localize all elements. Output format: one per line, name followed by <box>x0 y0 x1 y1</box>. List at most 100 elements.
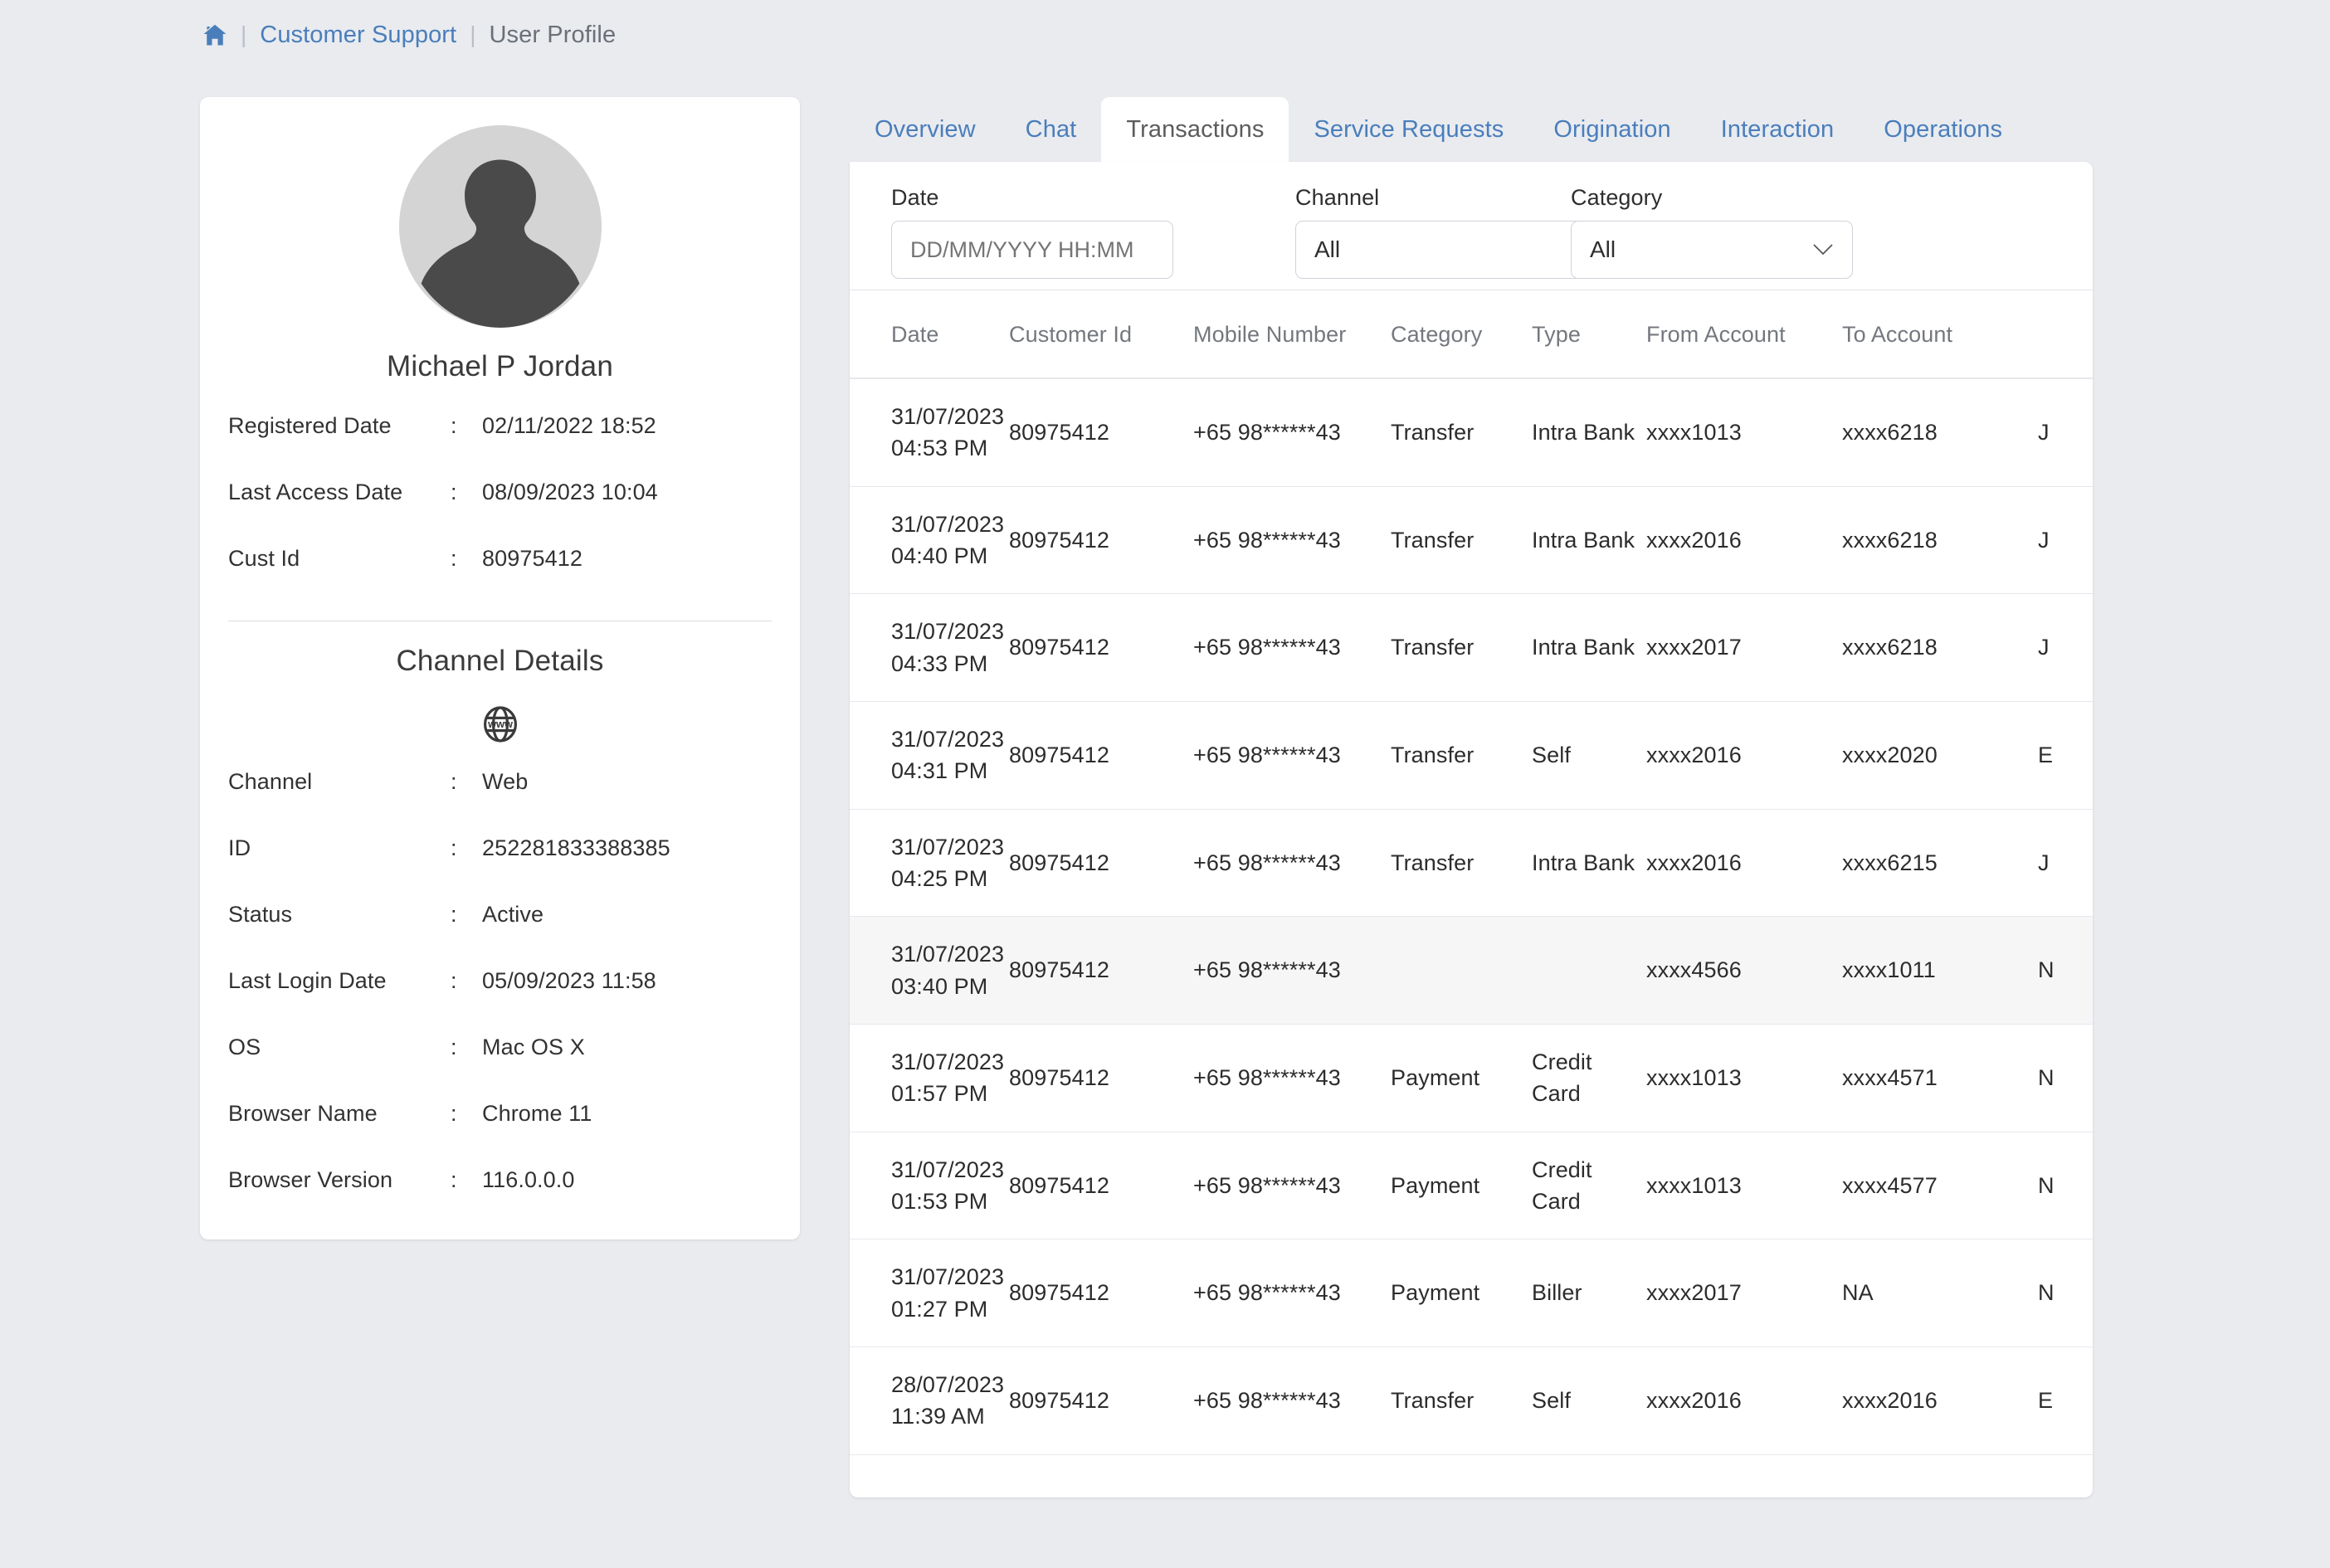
tab-overview[interactable]: Overview <box>850 97 1001 162</box>
list-item: Status : Active <box>228 902 772 968</box>
cell-date: 31/07/2023 04:40 PM <box>850 486 1009 595</box>
table-row[interactable]: 31/07/2023 01:53 PM 80975412 +65 98*****… <box>850 1132 2093 1240</box>
channel-details-list: Channel : Web ID : 252281833388385 Statu… <box>200 769 800 1234</box>
cell-mobile: +65 98******43 <box>1193 593 1391 702</box>
channel-key: ID <box>228 835 251 860</box>
breadcrumb-separator-2: | <box>470 22 476 47</box>
table-header: Date Customer Id Mobile Number Category … <box>850 290 2093 379</box>
tab-label: Transactions <box>1126 115 1265 143</box>
tab-label: Interaction <box>1720 115 1835 143</box>
table-row[interactable]: 31/07/2023 04:33 PM 80975412 +65 98*****… <box>850 593 2093 702</box>
cell-extra: J <box>2038 378 2093 487</box>
cell-from-account: xxxx1013 <box>1646 378 1842 487</box>
channel-value: Web <box>482 769 529 794</box>
channel-value: 252281833388385 <box>482 835 670 860</box>
table-row[interactable]: 31/07/2023 04:25 PM 80975412 +65 98*****… <box>850 809 2093 918</box>
channel-key: Channel <box>228 769 313 794</box>
table-row[interactable]: 31/07/2023 03:40 PM 80975412 +65 98*****… <box>850 916 2093 1025</box>
channel-value: Mac OS X <box>482 1035 585 1059</box>
list-item: Last Login Date : 05/09/2023 11:58 <box>228 968 772 1035</box>
list-item: Cust Id : 80975412 <box>228 546 772 612</box>
list-item: ID : 252281833388385 <box>228 835 772 902</box>
date-filter-field: Date <box>891 185 1173 290</box>
cell-type: Self <box>1532 1346 1646 1455</box>
channel-details-title: Channel Details <box>396 645 604 677</box>
channel-value: Chrome 11 <box>482 1101 592 1126</box>
cell-type: Credit Card <box>1532 1132 1646 1240</box>
table-row[interactable]: 31/07/2023 04:40 PM 80975412 +65 98*****… <box>850 486 2093 595</box>
cell-from-account: xxxx2016 <box>1646 701 1842 810</box>
channel-filter-label: Channel <box>1295 185 1380 210</box>
cell-extra: J <box>2038 593 2093 702</box>
globe-www-icon: www <box>480 704 520 744</box>
chevron-down-icon <box>1812 243 1834 256</box>
home-icon[interactable] <box>202 23 227 46</box>
tab-interaction[interactable]: Interaction <box>1696 97 1860 162</box>
column-header-extra[interactable] <box>2038 290 2093 379</box>
channel-filter-field: Channel All <box>1295 185 1652 290</box>
tab-origination[interactable]: Origination <box>1528 97 1695 162</box>
table-row[interactable]: 31/07/2023 04:53 PM 80975412 +65 98*****… <box>850 378 2093 487</box>
tab-transactions[interactable]: Transactions <box>1101 97 1289 162</box>
cell-customer-id: 80975412 <box>1009 1239 1193 1347</box>
detail-colon: : <box>451 413 457 438</box>
tab-service-requests[interactable]: Service Requests <box>1289 97 1528 162</box>
cell-to-account: NA <box>1842 1239 2038 1347</box>
cell-to-account: xxxx1011 <box>1842 916 2038 1025</box>
table-row[interactable]: 28/07/2023 11:39 AM 80975412 +65 98*****… <box>850 1346 2093 1455</box>
cell-customer-id: 80975412 <box>1009 1132 1193 1240</box>
breadcrumb: | Customer Support | User Profile <box>202 12 616 58</box>
detail-value: 80975412 <box>482 546 582 571</box>
list-item: Registered Date : 02/11/2022 18:52 <box>228 413 772 480</box>
cell-customer-id: 80975412 <box>1009 1346 1193 1455</box>
cell-date: 31/07/2023 04:25 PM <box>850 809 1009 918</box>
cell-type: Intra Bank <box>1532 809 1646 918</box>
cell-category: Payment <box>1391 1132 1532 1240</box>
column-header-category[interactable]: Category <box>1391 290 1532 379</box>
column-header-customer-id[interactable]: Customer Id <box>1009 290 1193 379</box>
cell-customer-id: 80975412 <box>1009 1024 1193 1132</box>
cell-mobile: +65 98******43 <box>1193 1239 1391 1347</box>
column-header-mobile[interactable]: Mobile Number <box>1193 290 1391 379</box>
category-filter-select[interactable]: All <box>1571 221 1853 279</box>
table-row[interactable]: 31/07/2023 01:57 PM 80975412 +65 98*****… <box>850 1024 2093 1132</box>
cell-extra: N <box>2038 916 2093 1025</box>
tab-bar: Overview Chat Transactions Service Reque… <box>850 97 2027 162</box>
cell-extra: E <box>2038 701 2093 810</box>
tab-operations[interactable]: Operations <box>1859 97 2027 162</box>
cell-category: Payment <box>1391 1239 1532 1347</box>
cell-extra: N <box>2038 1132 2093 1240</box>
channel-key: OS <box>228 1035 261 1059</box>
cell-to-account: xxxx2020 <box>1842 701 2038 810</box>
category-filter-value: All <box>1590 236 1616 262</box>
cell-extra: N <box>2038 1239 2093 1347</box>
column-header-to-account[interactable]: To Account <box>1842 290 2038 379</box>
cell-date: 31/07/2023 04:31 PM <box>850 701 1009 810</box>
transactions-table-scroll[interactable]: Date Customer Id Mobile Number Category … <box>850 290 2093 1455</box>
channel-colon: : <box>451 769 457 794</box>
channel-key: Browser Name <box>228 1101 378 1126</box>
column-header-from-account[interactable]: From Account <box>1646 290 1842 379</box>
channel-colon: : <box>451 902 457 927</box>
tab-chat[interactable]: Chat <box>1001 97 1102 162</box>
date-filter-input[interactable] <box>891 221 1173 279</box>
cell-to-account: xxxx6218 <box>1842 378 2038 487</box>
cell-type: Intra Bank <box>1532 593 1646 702</box>
cell-date: 31/07/2023 01:53 PM <box>850 1132 1009 1240</box>
table-row[interactable]: 31/07/2023 04:31 PM 80975412 +65 98*****… <box>850 701 2093 810</box>
table-row[interactable]: 31/07/2023 01:27 PM 80975412 +65 98*****… <box>850 1239 2093 1347</box>
cell-mobile: +65 98******43 <box>1193 701 1391 810</box>
breadcrumb-link-customer-support[interactable]: Customer Support <box>260 22 456 49</box>
table-body: 31/07/2023 04:53 PM 80975412 +65 98*****… <box>850 378 2093 1455</box>
cell-mobile: +65 98******43 <box>1193 486 1391 595</box>
transactions-panel: Overview Chat Transactions Service Reque… <box>850 97 2093 1497</box>
profile-details-list: Registered Date : 02/11/2022 18:52 Last … <box>200 413 800 612</box>
cell-mobile: +65 98******43 <box>1193 1024 1391 1132</box>
column-header-date[interactable]: Date <box>850 290 1009 379</box>
list-item: Channel : Web <box>228 769 772 835</box>
column-header-type[interactable]: Type <box>1532 290 1646 379</box>
cell-date: 31/07/2023 04:33 PM <box>850 593 1009 702</box>
detail-value: 02/11/2022 18:52 <box>482 413 656 438</box>
channel-value: 116.0.0.0 <box>482 1167 575 1192</box>
cell-mobile: +65 98******43 <box>1193 1346 1391 1455</box>
